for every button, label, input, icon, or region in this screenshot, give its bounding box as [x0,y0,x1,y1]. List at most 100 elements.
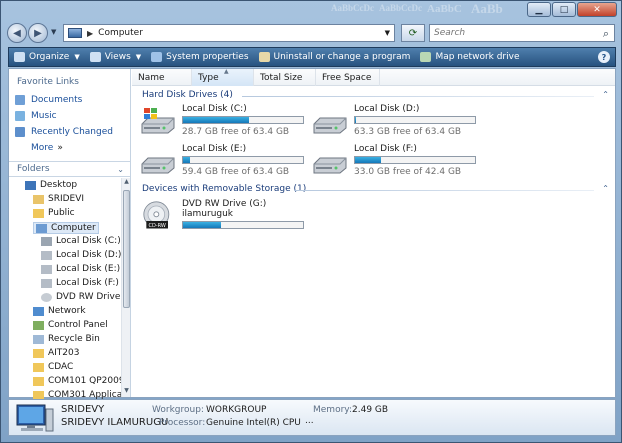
search-input[interactable] [434,28,594,38]
folders-title: Folders [17,164,50,174]
content-pane: Name Type ▲ Total Size Free Space Hard D… [132,68,615,397]
tree-item-label: Control Panel [48,320,108,330]
tree-item[interactable]: DVD RW Drive [41,292,120,302]
tree-item[interactable]: Computer [33,222,99,234]
map-network-drive-button[interactable]: Map network drive [415,47,524,67]
maximize-button[interactable]: □ [552,2,576,17]
forward-button[interactable]: ▶ [28,23,48,43]
tree-item[interactable]: Local Disk (C:) [41,236,121,246]
search-box[interactable]: ⌕ [429,24,615,42]
folder-icon [33,348,44,358]
tree-item[interactable]: AIT203 [33,348,80,358]
drive-icon [41,250,52,260]
collapse-chevron-icon[interactable]: ⌃ [602,184,609,193]
close-button[interactable]: ✕ [577,2,617,17]
drive-item[interactable]: Local Disk (F:) 33.0 GB free of 42.4 GB [312,144,482,180]
address-bar[interactable]: ▶ Computer ▼ [63,24,395,42]
column-type[interactable]: Type [192,69,254,86]
desktop-icon [25,180,36,190]
views-button[interactable]: Views ▼ [85,47,146,67]
drive-usage-bar [182,116,304,124]
breadcrumb-arrow-icon[interactable]: ▶ [87,29,93,38]
address-path[interactable]: Computer [98,28,143,38]
network-icon [33,306,44,316]
tree-item[interactable]: Recycle Bin [33,334,100,344]
scroll-thumb[interactable] [123,190,130,308]
more-link[interactable]: More » [31,143,63,153]
back-arrow-icon: ◀ [13,27,21,39]
chevron-down-icon: ▼ [74,53,80,61]
tree-item[interactable]: Public [33,208,75,218]
tree-item[interactable]: Local Disk (D:) [41,250,121,260]
maximize-icon: □ [559,4,569,15]
refresh-button[interactable]: ⟳ [401,24,425,42]
favorite-links-title: Favorite Links [17,77,79,87]
tree-item[interactable]: SRIDEVI [33,194,84,204]
favorite-recently-changed[interactable]: Recently Changed [15,127,113,137]
dvd-icon: CD-RW [143,201,170,229]
close-icon: ✕ [593,4,601,15]
more-label: More [31,143,54,153]
column-total-size[interactable]: Total Size [254,69,316,86]
tree-item[interactable]: CDAC [33,362,73,372]
scroll-up-icon[interactable]: ▲ [122,178,131,188]
processor-label: Processor: [159,418,206,428]
recently-changed-icon [15,127,25,137]
drive-usage-bar [182,156,304,164]
system-properties-icon [151,52,163,62]
control-panel-icon [33,320,44,330]
drive-free-space: 28.7 GB free of 63.4 GB [182,127,290,137]
tree-item[interactable]: Local Disk (E:) [41,264,120,274]
workgroup-value: WORKGROUP [206,405,267,415]
tree-item-label: COM101 QP2009 [48,376,125,386]
music-icon [15,111,25,121]
help-button[interactable]: ? [593,47,615,67]
drive-item-dvd[interactable]: CD-RW DVD RW Drive (G:) ilamuruguk [140,199,310,235]
group-removable-storage[interactable]: Devices with Removable Storage (1) [142,184,306,194]
column-name[interactable]: Name [132,69,192,86]
tree-item[interactable]: Local Disk (F:) [41,278,119,288]
favorite-documents[interactable]: Documents [15,95,82,105]
tree-item[interactable]: COM101 QP2009 [33,376,125,386]
map-drive-label: Map network drive [435,52,520,62]
drive-name: Local Disk (F:) [354,144,417,154]
favorite-label: Documents [31,95,83,105]
drive-item[interactable]: Local Disk (D:) 63.3 GB free of 63.4 GB [312,104,482,140]
search-icon[interactable]: ⌕ [603,27,609,41]
views-label: Views [104,52,131,62]
tree-item[interactable]: Desktop [25,180,77,190]
drive-volume-label: ilamuruguk [182,209,234,219]
network-drive-icon [420,52,432,62]
workgroup-label: Workgroup: [152,405,204,415]
folder-icon [33,362,44,372]
drive-usage-fill [183,157,191,163]
address-dropdown-icon[interactable]: ▼ [385,29,390,37]
history-dropdown-icon[interactable]: ▼ [51,28,56,36]
collapse-chevron-icon[interactable]: ⌃ [602,90,609,99]
nav-scrollbar[interactable]: ▲ ▼ [121,178,130,397]
tree-item[interactable]: Network [33,306,86,316]
favorite-music[interactable]: Music [15,111,57,121]
refresh-icon: ⟳ [408,27,418,39]
uninstall-label: Uninstall or change a program [273,52,411,62]
column-free-space[interactable]: Free Space [316,69,380,86]
group-title: Devices with Removable Storage (1) [142,184,307,194]
dvd-icon [41,292,52,302]
group-hard-disk-drives[interactable]: Hard Disk Drives (4) [142,90,233,100]
organize-button[interactable]: Organize ▼ [9,47,85,67]
main-area: Favorite Links Documents Music Recently … [8,68,616,400]
scroll-down-icon[interactable]: ▼ [122,387,131,397]
folders-header[interactable]: Folders ⌄ [9,161,130,177]
drive-name: DVD RW Drive (G:) [182,199,267,209]
back-button[interactable]: ◀ [7,23,27,43]
folder-icon [33,208,44,218]
uninstall-program-button[interactable]: Uninstall or change a program [254,47,416,67]
system-properties-button[interactable]: System properties [146,47,253,67]
drive-item[interactable]: Local Disk (C:) 28.7 GB free of 63.4 GB [140,104,310,140]
drive-usage-bar [354,116,476,124]
tree-item[interactable]: Control Panel [33,320,108,330]
drive-item[interactable]: Local Disk (E:) 59.4 GB free of 63.4 GB [140,144,310,180]
windows-drive-icon [41,236,52,246]
address-row: ◀ ▶ ▼ ▶ Computer ▼ ⟳ ⌕ [1,21,621,45]
minimize-button[interactable]: ▁ [527,2,551,17]
